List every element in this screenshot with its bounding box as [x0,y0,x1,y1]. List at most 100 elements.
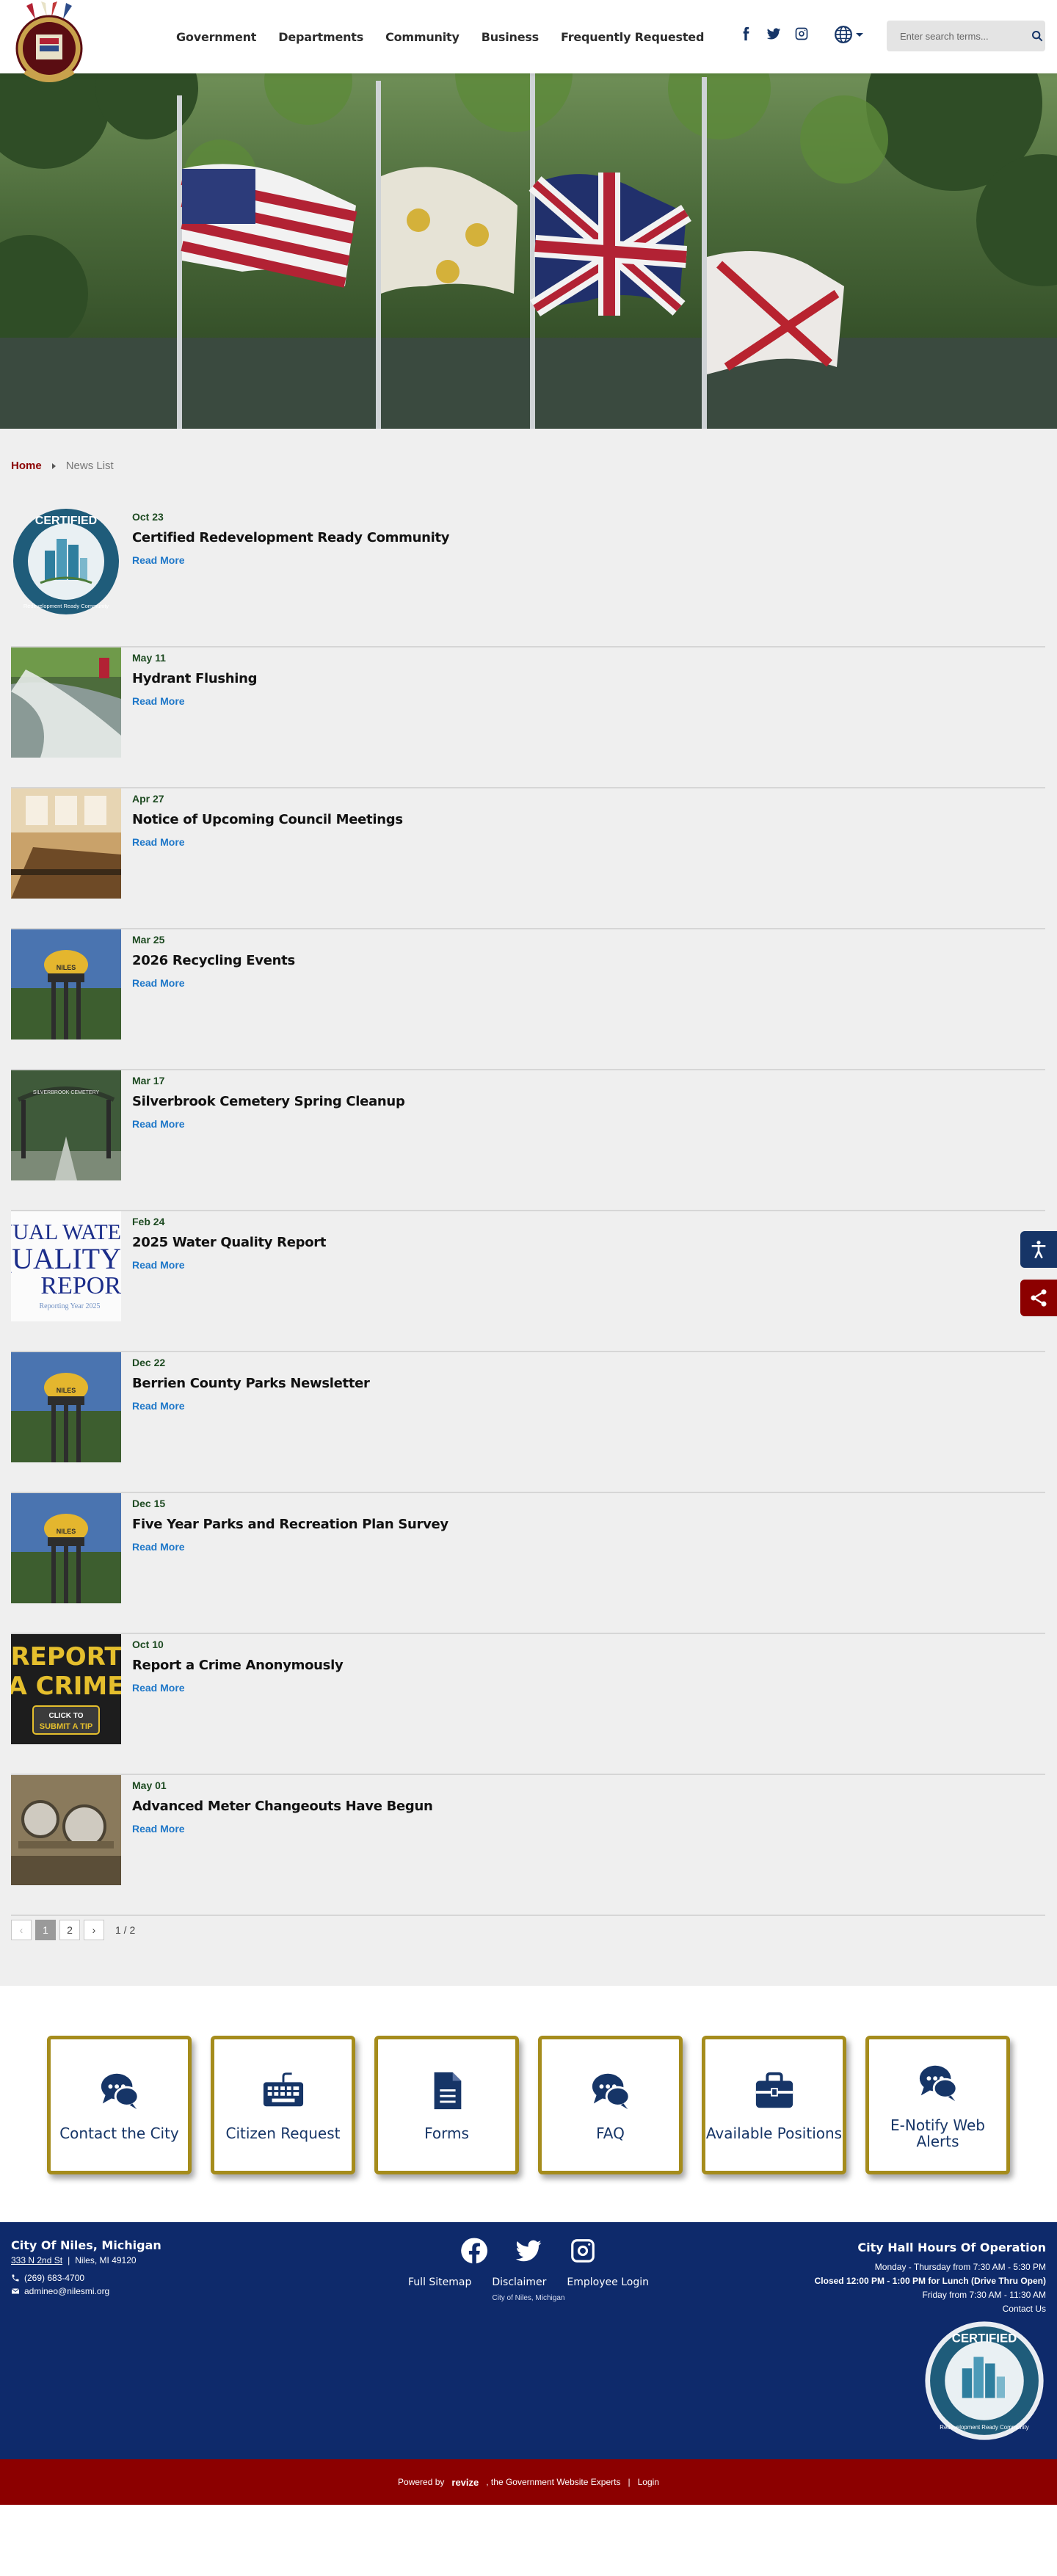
footer-address: 333 N 2nd St | Niles, MI 49120 [11,2255,137,2265]
svg-text:Reporting Year 2025: Reporting Year 2025 [39,1302,100,1310]
news-title[interactable]: Report a Crime Anonymously [132,1658,344,1673]
news-meta: Dec 15 Five Year Parks and Recreation Pl… [132,1498,448,1554]
quick-link-citizen-request[interactable]: Citizen Request [211,2036,355,2174]
accessibility-button[interactable] [1020,1231,1057,1268]
hours-title: City Hall Hours Of Operation [857,2241,1046,2254]
read-more-link[interactable]: Read More [132,1400,185,1412]
news-thumbnail[interactable]: NILES [11,1493,121,1603]
footer-hours: City Hall Hours Of Operation Monday - Th… [815,2238,1046,2316]
nav-frequently-requested[interactable]: Frequently Requested [561,30,704,44]
login-link[interactable]: Login [638,2477,659,2487]
news-title[interactable]: Certified Redevelopment Ready Community [132,530,450,545]
facebook-icon[interactable] [460,2237,488,2265]
svg-text:QUALITY: QUALITY [11,1242,121,1275]
news-thumbnail[interactable]: NILES [11,929,121,1040]
page-button-1[interactable]: 1 [35,1920,56,1940]
quick-link-faq[interactable]: FAQ [538,2036,683,2174]
next-page-button[interactable]: › [84,1920,104,1940]
nav-departments[interactable]: Departments [278,30,363,44]
search-button[interactable] [1029,21,1045,51]
search-box [887,21,1045,51]
news-thumbnail[interactable]: NILES [11,1352,121,1462]
news-thumbnail[interactable]: CERTIFIED Redevelopment Ready Community [11,507,121,617]
news-meta: Mar 17 Silverbrook Cemetery Spring Clean… [132,1075,405,1131]
news-meta: Oct 10 Report a Crime Anonymously Read M… [132,1639,344,1695]
news-title[interactable]: Berrien County Parks Newsletter [132,1376,370,1391]
nav-business[interactable]: Business [482,30,539,44]
news-title[interactable]: Notice of Upcoming Council Meetings [132,812,403,827]
hours-line: Friday from 7:30 AM - 11:30 AM [922,2289,1046,2300]
news-date: Oct 10 [132,1639,164,1650]
search-input[interactable] [887,30,1029,42]
news-date: May 01 [132,1779,167,1791]
news-title[interactable]: Silverbrook Cemetery Spring Cleanup [132,1094,405,1109]
breadcrumb-current: News List [65,460,114,472]
read-more-link[interactable]: Read More [132,1823,185,1835]
footer-link-disclaimer[interactable]: Disclaimer [492,2276,546,2288]
news-thumbnail[interactable]: NUAL WATE QUALITY REPOR Reporting Year 2… [11,1211,121,1321]
news-title[interactable]: Advanced Meter Changeouts Have Begun [132,1799,433,1814]
news-meta: May 11 Hydrant Flushing Read More [132,652,258,708]
footer-link-sitemap[interactable]: Full Sitemap [408,2276,471,2288]
read-more-link[interactable]: Read More [132,554,185,566]
main-nav: Government Departments Community Busines… [176,0,704,73]
globe-icon [835,26,852,43]
quick-link-contact-the-city[interactable]: Contact the City [47,2036,192,2174]
contact-us-link[interactable]: Contact Us [1003,2304,1046,2314]
site-header: Government Departments Community Busines… [0,0,1057,82]
twitter-icon[interactable] [766,26,781,41]
quick-link-available-positions[interactable]: Available Positions [702,2036,846,2174]
news-thumbnail[interactable]: SILVERBROOK CEMETERY [11,1070,121,1180]
instagram-icon[interactable] [794,26,809,41]
breadcrumb: Home News List [11,460,114,472]
read-more-link[interactable]: Read More [132,977,185,989]
svg-text:CERTIFIED: CERTIFIED [35,515,97,527]
news-title[interactable]: Five Year Parks and Recreation Plan Surv… [132,1517,448,1532]
read-more-link[interactable]: Read More [132,1118,185,1130]
city-logo[interactable] [10,1,88,92]
page-button-2[interactable]: 2 [59,1920,80,1940]
instagram-icon[interactable] [569,2237,597,2265]
footer-link-employee-login[interactable]: Employee Login [567,2276,649,2288]
news-date: Feb 24 [132,1216,165,1227]
news-thumbnail[interactable] [11,1775,121,1885]
news-date: Mar 25 [132,934,165,946]
quick-link-e-notify[interactable]: E-Notify Web Alerts [865,2036,1010,2174]
briefcase-icon [755,2072,793,2108]
quick-link-label: FAQ [596,2124,625,2142]
revize-link[interactable]: revize [451,2477,479,2488]
news-title[interactable]: 2026 Recycling Events [132,953,295,968]
twitter-icon[interactable] [515,2237,542,2265]
news-title[interactable]: Hydrant Flushing [132,671,258,686]
quick-link-forms[interactable]: Forms [374,2036,519,2174]
news-thumbnail[interactable] [11,788,121,899]
read-more-link[interactable]: Read More [132,1541,185,1553]
read-more-link[interactable]: Read More [132,836,185,848]
breadcrumb-home[interactable]: Home [11,460,42,472]
news-thumbnail[interactable]: REPORT A CRIME CLICK TO SUBMIT A TIP [11,1634,121,1744]
quick-link-label: Contact the City [59,2124,179,2142]
translate-dropdown[interactable] [834,25,863,44]
footer-email[interactable]: admineo@nilesmi.org [11,2286,161,2296]
read-more-link[interactable]: Read More [132,695,185,707]
footer-phone[interactable]: (269) 683-4700 [11,2273,161,2283]
read-more-link[interactable]: Read More [132,1259,185,1271]
quick-link-label: E-Notify Web Alerts [890,2116,985,2150]
certified-seal: CERTIFIED Redevelopment Ready Community [925,2321,1044,2440]
nav-government[interactable]: Government [176,30,256,44]
facebook-icon[interactable] [738,26,753,41]
footer-street[interactable]: 333 N 2nd St [11,2255,62,2265]
news-title[interactable]: 2025 Water Quality Report [132,1235,327,1250]
page-bottom [0,2505,1057,2576]
chat-bubbles-icon [592,2073,631,2109]
svg-text:A CRIME: A CRIME [11,1672,121,1701]
powered-by-bar: Powered by revize , the Government Websi… [0,2459,1057,2505]
document-icon [434,2072,461,2109]
prev-page-button[interactable]: ‹ [11,1920,32,1940]
quick-links-section: Contact the City Citizen Request Forms F… [0,1986,1057,2222]
read-more-link[interactable]: Read More [132,1682,185,1694]
nav-community[interactable]: Community [385,30,460,44]
news-list: CERTIFIED Redevelopment Ready Community … [11,507,1045,1916]
news-thumbnail[interactable] [11,647,121,758]
share-button[interactable] [1020,1280,1057,1316]
